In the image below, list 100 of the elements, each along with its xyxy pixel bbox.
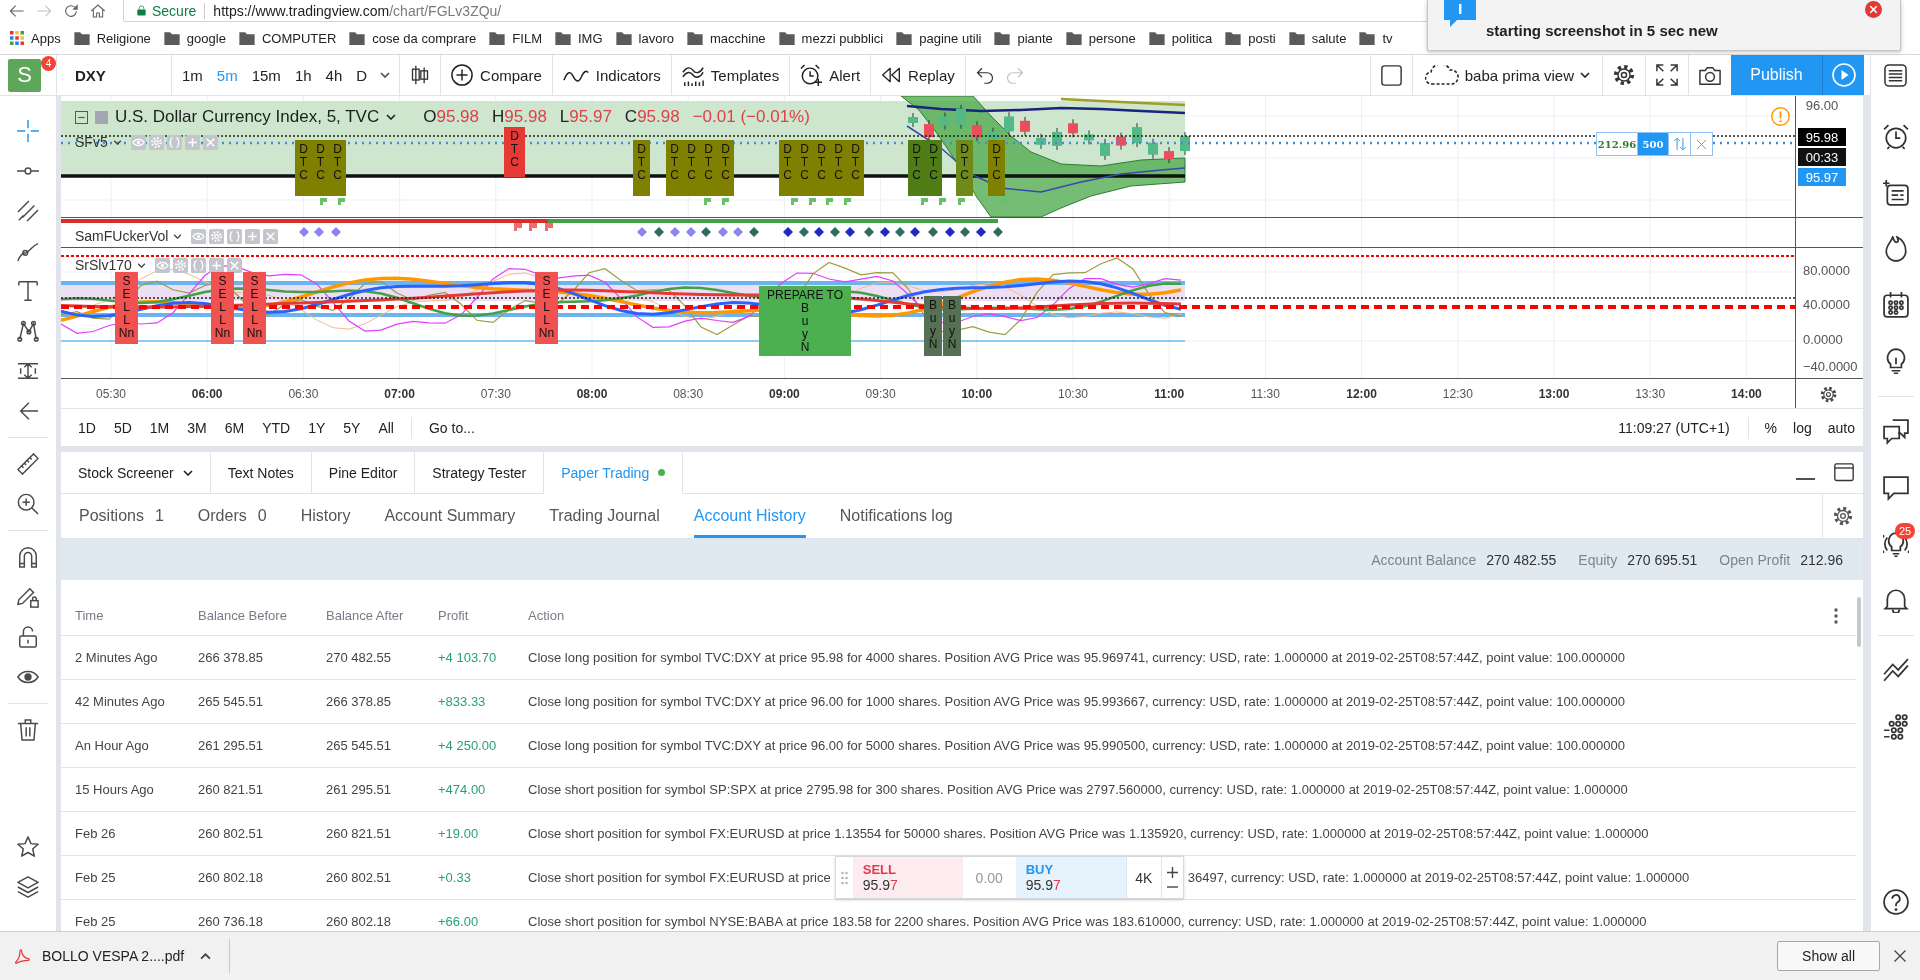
magnet-icon[interactable] — [17, 546, 39, 568]
account-tab[interactable]: Notifications log — [839, 494, 953, 538]
bookmark-link[interactable]: salute — [1288, 30, 1347, 46]
bookmark-link[interactable]: Religione — [73, 30, 151, 46]
chart-title[interactable]: U.S. Dollar Currency Index, 5, TVC — [115, 107, 380, 127]
account-tab[interactable]: Orders 0 — [197, 494, 267, 538]
trash-icon[interactable] — [17, 719, 39, 741]
bookmark-link[interactable]: FILM — [489, 30, 542, 46]
bookmark-link[interactable]: posti — [1225, 30, 1276, 46]
range-button[interactable]: 6M — [215, 409, 254, 446]
panel-tab[interactable]: Stock Screener — [61, 452, 211, 493]
buy-button[interactable]: BUY 95.97 — [1015, 857, 1126, 898]
alarm-clock-icon[interactable] — [1882, 124, 1909, 150]
up-down-arrows-icon[interactable] — [1672, 137, 1687, 151]
interval-button[interactable]: 15m — [244, 55, 288, 95]
bell-icon[interactable] — [1882, 587, 1909, 613]
back-arrow-icon[interactable] — [17, 400, 39, 422]
download-item[interactable]: BOLLO VESPA 2....pdf — [0, 939, 231, 973]
indicators-button[interactable]: Indicators — [552, 55, 672, 95]
flame-icon[interactable] — [1882, 236, 1909, 262]
layers-icon[interactable] — [17, 876, 39, 898]
zigzag-icon[interactable] — [1882, 658, 1909, 684]
caret-icon[interactable] — [112, 139, 122, 145]
bookmark-link[interactable]: piante — [994, 30, 1053, 46]
bookmark-link[interactable]: COMPUTER — [238, 30, 337, 46]
maximize-icon[interactable] — [1833, 462, 1855, 483]
collapse-icon[interactable] — [75, 110, 88, 124]
caret-icon[interactable] — [173, 233, 183, 239]
play-button[interactable] — [1822, 55, 1864, 95]
caret-icon[interactable] — [386, 114, 397, 120]
caret-icon[interactable] — [380, 72, 391, 78]
caret-icon[interactable] — [200, 952, 212, 960]
scale-option[interactable]: % — [1756, 409, 1786, 446]
minus-icon[interactable] — [1166, 886, 1178, 888]
indicator-name[interactable]: SFv5 — [75, 134, 108, 150]
account-tab[interactable]: Positions 1 — [79, 494, 164, 538]
bookmark-link[interactable]: mezzi pubblici — [778, 30, 884, 46]
scrollbar-thumb[interactable] — [1857, 597, 1861, 647]
bookmark-link[interactable]: cose da comprare — [349, 30, 477, 46]
bookmark-link[interactable]: persone — [1065, 30, 1136, 46]
bookmark-link[interactable]: Apps — [10, 30, 61, 46]
home-icon[interactable] — [90, 3, 106, 19]
range-button[interactable]: 1M — [140, 409, 179, 446]
dots-icon[interactable] — [1882, 714, 1909, 740]
calendar-icon[interactable] — [1882, 292, 1909, 318]
caret-icon[interactable] — [136, 262, 146, 268]
range-button[interactable]: 1D — [69, 409, 105, 446]
chat-bubbles-icon[interactable] — [1882, 419, 1909, 445]
measure-icon[interactable] — [17, 360, 39, 382]
pitchfork-icon[interactable] — [17, 200, 39, 222]
ruler-icon[interactable] — [17, 453, 39, 475]
templates-button[interactable]: Templates — [671, 55, 791, 95]
interval-button[interactable]: 4h — [318, 55, 350, 95]
bookmark-link[interactable]: macchine — [686, 30, 766, 46]
panel-tab[interactable]: Pine Editor — [311, 452, 416, 493]
list-icon[interactable] — [1882, 180, 1909, 206]
settings-icon[interactable] — [1833, 506, 1853, 526]
account-tab[interactable]: Trading Journal — [549, 494, 660, 538]
account-tab[interactable]: Account Summary — [384, 494, 516, 538]
square-icon[interactable] — [1380, 64, 1402, 86]
pencil-lock-icon[interactable] — [17, 586, 39, 608]
indicator-name[interactable]: SamFUckerVol — [75, 228, 169, 244]
range-button[interactable]: 5Y — [334, 409, 370, 446]
minimize-icon[interactable] — [1796, 477, 1815, 480]
bookmark-link[interactable]: pagine utili — [896, 30, 982, 46]
undo-icon[interactable] — [975, 66, 994, 84]
quantity-field[interactable]: 4K — [1125, 857, 1161, 898]
watchlist-icon[interactable] — [1884, 64, 1907, 87]
fullscreen-icon[interactable] — [1656, 64, 1678, 86]
reload-icon[interactable] — [63, 3, 79, 19]
account-tab[interactable]: History — [300, 494, 351, 538]
settings-icon[interactable] — [1613, 64, 1635, 86]
more-icon[interactable] — [1834, 607, 1838, 624]
bookmark-link[interactable]: tv — [1359, 30, 1393, 46]
symbol-search[interactable]: DXY — [57, 55, 172, 95]
settings-icon[interactable] — [1820, 386, 1837, 403]
bookmark-link[interactable]: IMG — [554, 30, 603, 46]
bookmark-link[interactable]: politica — [1148, 30, 1213, 46]
bookmark-link[interactable]: google — [163, 30, 226, 46]
indicator-name[interactable]: SrSlv170 — [75, 257, 132, 273]
text-tool-icon[interactable] — [17, 280, 39, 302]
brush-icon[interactable] — [17, 240, 39, 262]
show-all-button[interactable]: Show all — [1777, 941, 1880, 971]
scale-option[interactable]: auto — [1819, 409, 1863, 446]
compare-button[interactable]: Compare — [441, 55, 553, 95]
range-button[interactable]: YTD — [253, 409, 300, 446]
range-button[interactable]: 1Y — [299, 409, 335, 446]
plus-icon[interactable] — [1166, 867, 1178, 878]
alert-button[interactable]: Alert — [790, 55, 872, 95]
close-icon[interactable] — [1894, 950, 1906, 962]
range-button[interactable]: 3M — [178, 409, 216, 446]
star-icon[interactable] — [17, 836, 39, 858]
panel-tab[interactable]: Text Notes — [210, 452, 312, 493]
interval-button[interactable]: 1m — [175, 55, 210, 95]
bookmark-link[interactable]: lavoro — [615, 30, 674, 46]
interval-button[interactable]: D — [349, 55, 375, 95]
help-icon[interactable] — [1882, 889, 1909, 915]
chat-bubble-icon[interactable] — [1882, 475, 1909, 501]
scale-option[interactable]: log — [1785, 409, 1820, 446]
drag-handle-icon[interactable] — [840, 870, 848, 885]
